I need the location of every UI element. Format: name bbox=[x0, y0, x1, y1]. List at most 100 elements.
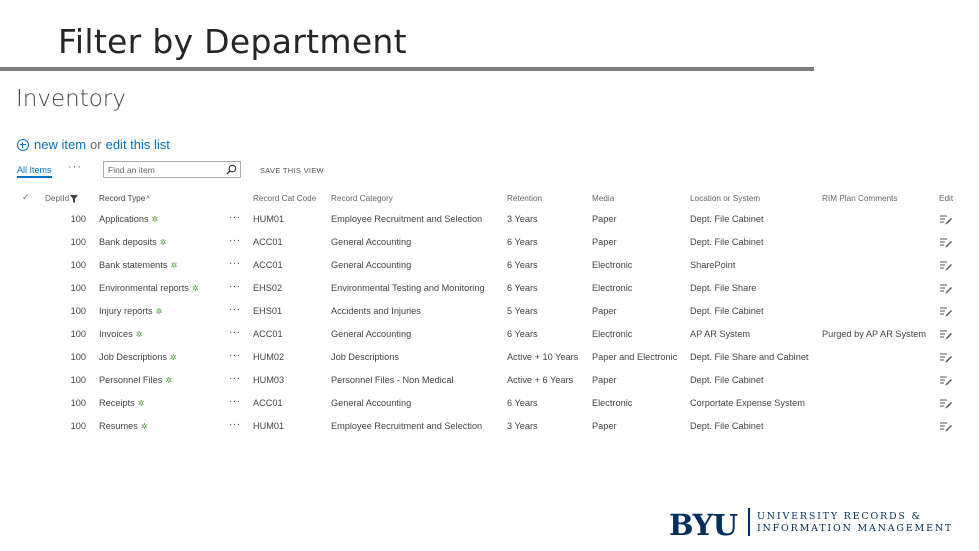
slide-title: Filter by Department bbox=[58, 22, 407, 61]
cell-record-category: Accidents and Injuries bbox=[331, 306, 421, 316]
cell-retention: Active + 10 Years bbox=[507, 352, 579, 362]
header-media[interactable]: Media bbox=[592, 194, 684, 203]
cell-record-type[interactable]: Injury reports ✲ bbox=[99, 306, 229, 316]
row-more-button[interactable]: ··· bbox=[229, 281, 243, 292]
view-more-button[interactable]: ··· bbox=[68, 161, 82, 173]
table-row[interactable]: 100 Job Descriptions ✲ ··· HUM02 Job Descript… bbox=[17, 347, 957, 370]
table-row[interactable]: 100 Bank statements ✲ ··· ACC01 General Accou… bbox=[17, 255, 957, 278]
new-item-badge-icon: ✲ bbox=[137, 399, 145, 408]
header-location[interactable]: Location or System bbox=[690, 194, 815, 203]
new-item-badge-icon: ✲ bbox=[159, 238, 167, 247]
table-row[interactable]: 100 Bank deposits ✲ ··· ACC01 General Account… bbox=[17, 232, 957, 255]
edit-list-link[interactable]: edit this list bbox=[106, 137, 170, 152]
logo-line-2: INFORMATION MANAGEMENT bbox=[757, 523, 954, 534]
record-type-link[interactable]: Job Descriptions bbox=[99, 352, 167, 362]
cell-record-type[interactable]: Applications ✲ bbox=[99, 214, 229, 224]
table-row[interactable]: 100 Injury reports ✲ ··· EHS01 Accidents and … bbox=[17, 301, 957, 324]
edit-icon[interactable] bbox=[939, 214, 957, 225]
plus-circle-icon[interactable] bbox=[17, 138, 29, 151]
cell-deptid: 100 bbox=[70, 421, 86, 431]
header-rim-comments[interactable]: RIM Plan Comments bbox=[822, 194, 932, 203]
cell-record-type[interactable]: Personnel Files ✲ bbox=[99, 375, 229, 385]
record-type-link[interactable]: Receipts bbox=[99, 398, 135, 408]
record-type-link[interactable]: Invoices bbox=[99, 329, 133, 339]
edit-icon[interactable] bbox=[939, 352, 957, 363]
edit-icon[interactable] bbox=[939, 306, 957, 317]
select-all-checkbox[interactable]: ✓ bbox=[22, 192, 30, 203]
cell-record-type[interactable]: Receipts ✲ bbox=[99, 398, 229, 408]
edit-icon[interactable] bbox=[939, 329, 957, 340]
row-more-button[interactable]: ··· bbox=[229, 235, 243, 246]
new-item-link[interactable]: new item bbox=[34, 137, 86, 152]
record-type-link[interactable]: Applications bbox=[99, 214, 149, 224]
edit-icon[interactable] bbox=[939, 237, 957, 248]
cell-record-type[interactable]: Job Descriptions ✲ bbox=[99, 352, 229, 362]
cell-deptid: 100 bbox=[70, 260, 86, 270]
cell-record-cat-code: EHS02 bbox=[253, 283, 283, 293]
cell-media: Paper bbox=[592, 375, 617, 385]
edit-icon[interactable] bbox=[939, 375, 957, 386]
record-type-link[interactable]: Injury reports bbox=[99, 306, 153, 316]
cell-location: Dept. File Cabinet bbox=[690, 306, 764, 316]
view-all-items-tab[interactable]: All Items bbox=[17, 165, 52, 178]
table-row[interactable]: 100 Environmental reports ✲ ··· EHS02 Environ… bbox=[17, 278, 957, 301]
cell-retention: 3 Years bbox=[507, 214, 538, 224]
new-item-badge-icon: ✲ bbox=[155, 307, 163, 316]
cell-media: Paper bbox=[592, 306, 617, 316]
row-more-button[interactable]: ··· bbox=[229, 212, 243, 223]
row-more-button[interactable]: ··· bbox=[229, 396, 243, 407]
row-more-button[interactable]: ··· bbox=[229, 327, 243, 338]
new-item-badge-icon: ✲ bbox=[151, 215, 159, 224]
header-record-cat-code[interactable]: Record Cat Code bbox=[253, 194, 325, 203]
header-deptid-label: DeptId bbox=[45, 194, 70, 203]
table-row[interactable]: 100 Personnel Files ✲ ··· HUM03 Personnel Fil… bbox=[17, 370, 957, 393]
row-more-button[interactable]: ··· bbox=[229, 373, 243, 384]
cell-record-type[interactable]: Resumes ✲ bbox=[99, 421, 229, 431]
edit-icon[interactable] bbox=[939, 260, 957, 271]
search-icon[interactable] bbox=[226, 164, 237, 175]
search-input[interactable] bbox=[104, 162, 227, 178]
cell-media: Electronic bbox=[592, 398, 633, 408]
table-row[interactable]: 100 Receipts ✲ ··· ACC01 General Accounting 6 … bbox=[17, 393, 957, 416]
cell-record-category: Environmental Testing and Monitoring bbox=[331, 283, 485, 293]
record-type-link[interactable]: Bank statements bbox=[99, 260, 167, 270]
table-row[interactable]: 100 Invoices ✲ ··· ACC01 General Accounting 6 … bbox=[17, 324, 957, 347]
edit-icon[interactable] bbox=[939, 421, 957, 432]
cell-record-type[interactable]: Environmental reports ✲ bbox=[99, 283, 229, 293]
new-item-badge-icon: ✲ bbox=[170, 261, 178, 270]
record-type-link[interactable]: Personnel Files bbox=[99, 375, 162, 385]
inventory-grid: ✓ DeptId Record Type^ Record Cat Code Re… bbox=[17, 188, 957, 439]
edit-icon[interactable] bbox=[939, 283, 957, 294]
edit-icon[interactable] bbox=[939, 398, 957, 409]
row-more-button[interactable]: ··· bbox=[229, 419, 243, 430]
record-type-link[interactable]: Resumes bbox=[99, 421, 138, 431]
header-deptid[interactable]: DeptId bbox=[45, 194, 90, 203]
header-retention[interactable]: Retention bbox=[507, 194, 585, 203]
sort-ascending-icon: ^ bbox=[146, 196, 150, 203]
cell-deptid: 100 bbox=[70, 375, 86, 385]
record-type-link[interactable]: Environmental reports bbox=[99, 283, 189, 293]
cell-record-category: Employee Recruitment and Selection bbox=[331, 421, 483, 431]
row-more-button[interactable]: ··· bbox=[229, 304, 243, 315]
header-record-type[interactable]: Record Type^ bbox=[99, 194, 229, 203]
cell-record-type[interactable]: Bank statements ✲ bbox=[99, 260, 229, 270]
cell-record-cat-code: HUM03 bbox=[253, 375, 285, 385]
save-view-button[interactable]: SAVE THIS VIEW bbox=[260, 166, 324, 175]
cell-location: AP AR System bbox=[690, 329, 751, 339]
row-more-button[interactable]: ··· bbox=[229, 258, 243, 269]
cell-location: Dept. File Cabinet bbox=[690, 421, 764, 431]
cell-location: Dept. File Cabinet bbox=[690, 237, 764, 247]
cell-deptid: 100 bbox=[70, 306, 86, 316]
logo-line-1: UNIVERSITY RECORDS & bbox=[757, 511, 922, 522]
header-edit[interactable]: Edit bbox=[939, 194, 957, 203]
cell-record-type[interactable]: Bank deposits ✲ bbox=[99, 237, 229, 247]
table-row[interactable]: 100 Resumes ✲ ··· HUM01 Employee Recruitment … bbox=[17, 416, 957, 439]
cell-record-type[interactable]: Invoices ✲ bbox=[99, 329, 229, 339]
table-row[interactable]: 100 Applications ✲ ··· HUM01 Employee Recruit… bbox=[17, 209, 957, 232]
record-type-link[interactable]: Bank deposits bbox=[99, 237, 157, 247]
header-record-category[interactable]: Record Category bbox=[331, 194, 499, 203]
cell-location: SharePoint bbox=[690, 260, 736, 270]
cell-media: Paper bbox=[592, 421, 617, 431]
cell-location: Dept. File Share bbox=[690, 283, 757, 293]
row-more-button[interactable]: ··· bbox=[229, 350, 243, 361]
